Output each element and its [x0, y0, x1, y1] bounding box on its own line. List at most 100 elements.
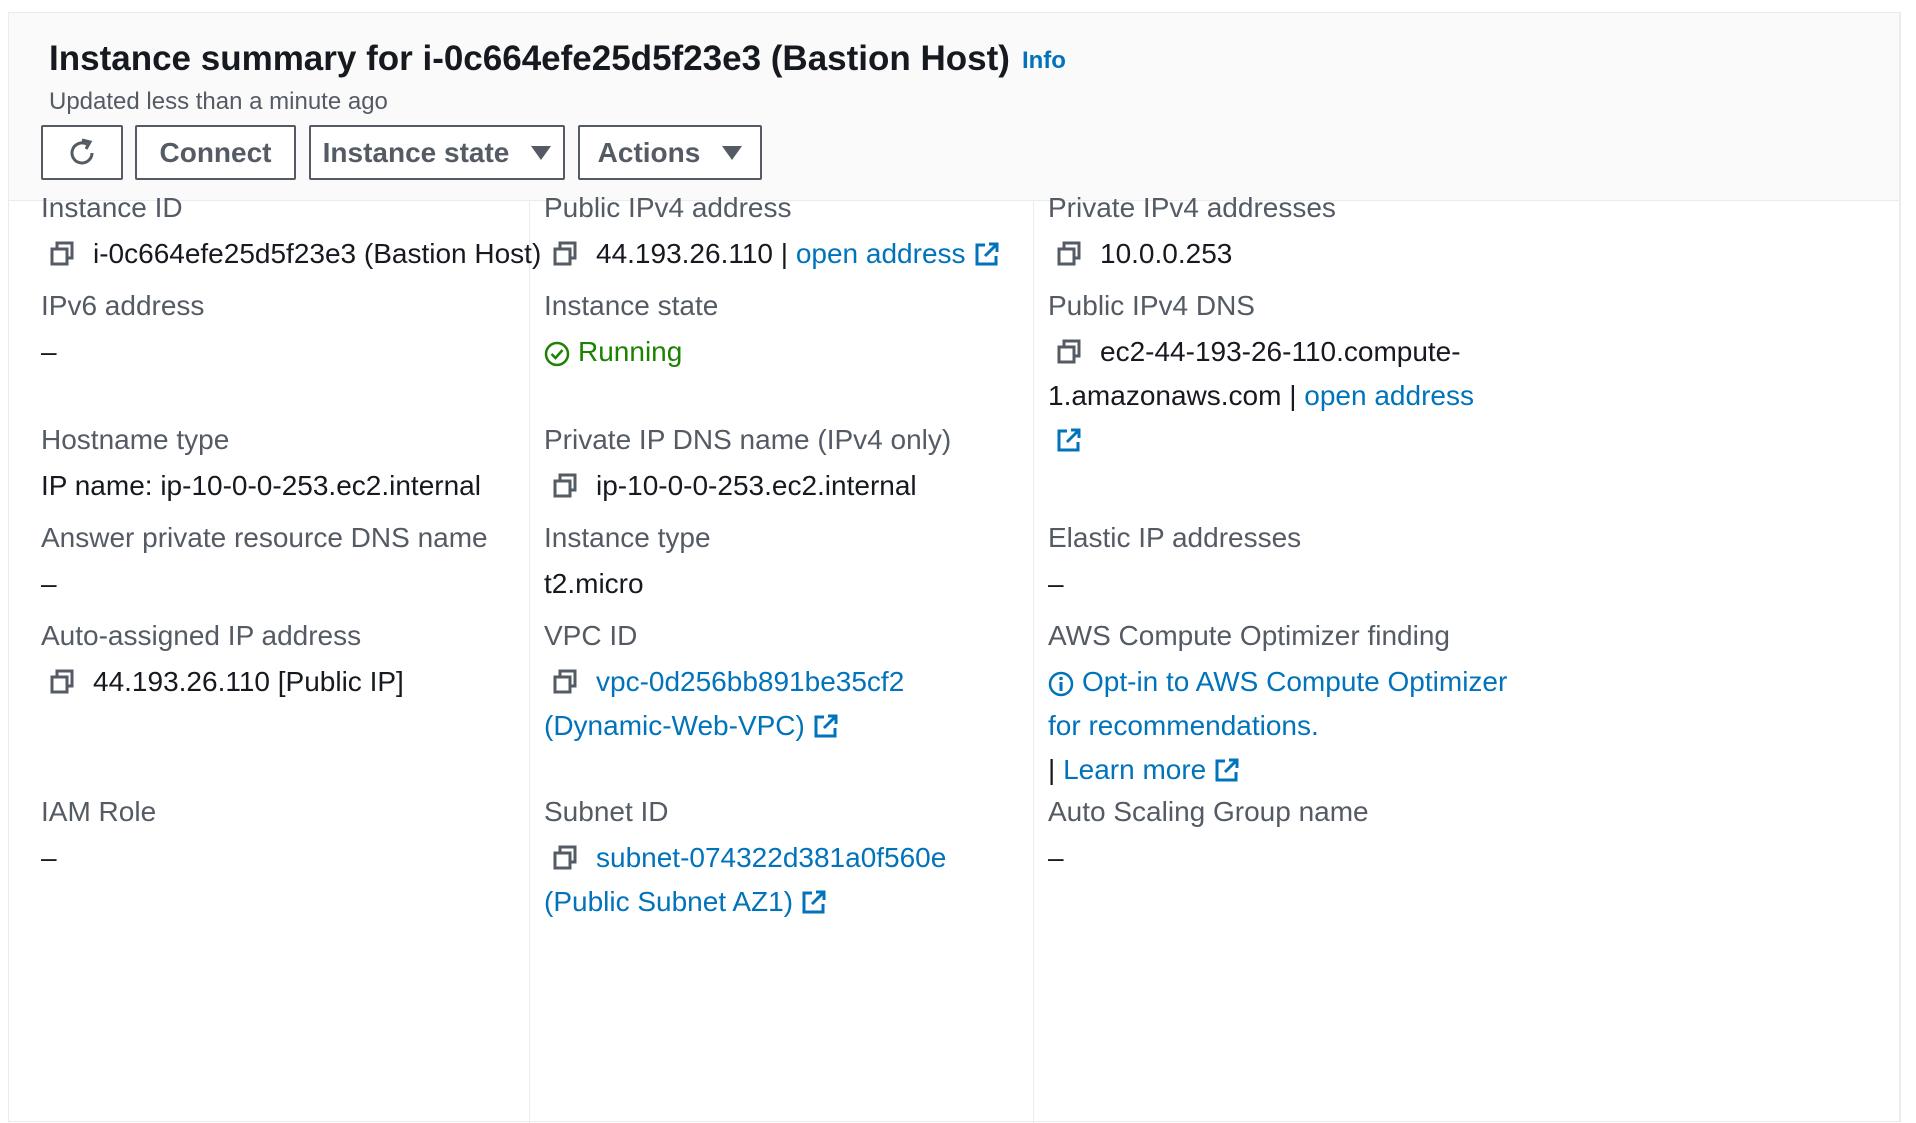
field-label: Auto-assigned IP address [41, 620, 362, 651]
instance-id-value: i-0c664efe25d5f23e3 (Bastion Host) [93, 238, 542, 269]
field-label: AWS Compute Optimizer finding [1048, 620, 1450, 651]
separator: | [1289, 380, 1297, 411]
external-link-icon [1214, 757, 1240, 783]
field-value: 44.193.26.110 | open address [544, 232, 1000, 276]
field-elastic-ip: Elastic IP addresses – [1048, 521, 1301, 606]
auto-ip-value: 44.193.26.110 [Public IP] [93, 666, 404, 697]
field-value: – [1048, 842, 1064, 873]
subnet-id-link[interactable]: subnet-074322d381a0f560e (Public Subnet … [544, 842, 946, 917]
field-value: – [41, 336, 57, 367]
field-iam-role: IAM Role – [41, 795, 156, 880]
copy-icon[interactable] [1056, 241, 1082, 267]
learn-more-link[interactable]: Learn more [1063, 754, 1206, 785]
field-ipv6: IPv6 address – [41, 289, 204, 374]
field-public-dns: Public IPv4 DNS ec2-44-193-26-110.comput… [1048, 289, 1488, 462]
updated-status: Updated less than a minute ago [49, 88, 388, 115]
field-label: Instance type [544, 522, 711, 553]
copy-icon[interactable] [49, 669, 75, 695]
field-label: Public IPv4 address [544, 192, 792, 223]
refresh-icon [70, 138, 94, 164]
external-link-icon [813, 713, 839, 739]
field-value: ip-10-0-0-253.ec2.internal [544, 464, 951, 508]
copy-icon[interactable] [49, 241, 75, 267]
field-auto-ip: Auto-assigned IP address 44.193.26.110 [… [41, 619, 404, 704]
field-answer-dns: Answer private resource DNS name – [41, 521, 488, 606]
field-label: VPC ID [544, 620, 638, 651]
field-label: Subnet ID [544, 796, 669, 827]
field-value: ec2-44-193-26-110.compute-1.amazonaws.co… [1048, 330, 1488, 462]
vpc-id-link[interactable]: vpc-0d256bb891be35cf2 (Dynamic-Web-VPC) [544, 666, 904, 741]
field-value: Opt-in to AWS Compute Optimizer for reco… [1048, 660, 1538, 748]
field-value: vpc-0d256bb891be35cf2 (Dynamic-Web-VPC) [544, 660, 984, 748]
instance-state-dropdown-label: Instance state [322, 136, 510, 168]
private-ipv4-value: 10.0.0.253 [1100, 238, 1233, 269]
field-private-ipv4: Private IPv4 addresses 10.0.0.253 [1048, 191, 1336, 276]
actions-dropdown[interactable]: Actions [578, 125, 762, 180]
external-link-icon [974, 241, 1000, 267]
actions-dropdown-label: Actions [597, 136, 701, 168]
field-label: IPv6 address [41, 290, 205, 321]
field-label: Auto Scaling Group name [1048, 796, 1369, 827]
field-value: 10.0.0.253 [1048, 232, 1336, 276]
copy-icon[interactable] [552, 473, 578, 499]
caret-down-icon [531, 145, 552, 160]
open-address-link[interactable]: open address [1304, 380, 1474, 411]
instance-summary-panel: Instance summary for i-0c664efe25d5f23e3… [8, 12, 1901, 1123]
field-label: Instance ID [41, 192, 183, 223]
field-value: – [41, 568, 57, 599]
optimizer-opt-in-link[interactable]: Opt-in to AWS Compute Optimizer for reco… [1048, 666, 1507, 741]
connect-button-label: Connect [159, 136, 272, 168]
field-vpc-id: VPC ID vpc-0d256bb891be35cf2 (Dynamic-We… [544, 619, 984, 748]
field-value: Running [544, 330, 718, 374]
info-icon [1048, 671, 1074, 697]
field-compute-optimizer: AWS Compute Optimizer finding Opt-in to … [1048, 619, 1538, 792]
page-title-text: Instance summary for i-0c664efe25d5f23e3… [49, 39, 1010, 78]
copy-icon[interactable] [552, 241, 578, 267]
field-label: Elastic IP addresses [1048, 522, 1302, 553]
field-label: IAM Role [41, 796, 157, 827]
public-ipv4-value: 44.193.26.110 [596, 238, 773, 269]
field-subnet-id: Subnet ID subnet-074322d381a0f560e (Publ… [544, 795, 984, 924]
field-private-dns: Private IP DNS name (IPv4 only) ip-10-0-… [544, 423, 951, 508]
field-label: Private IPv4 addresses [1048, 192, 1336, 223]
summary-header: Instance summary for i-0c664efe25d5f23e3… [9, 13, 1899, 201]
field-public-ipv4: Public IPv4 address 44.193.26.110 | open… [544, 191, 1000, 276]
field-label: Public IPv4 DNS [1048, 290, 1255, 321]
field-instance-state: Instance state Running [544, 289, 718, 374]
info-link[interactable]: Info [1022, 47, 1066, 74]
field-instance-type: Instance type t2.micro [544, 521, 711, 606]
instance-state-dropdown[interactable]: Instance state [309, 125, 565, 180]
field-value: – [1048, 568, 1064, 599]
field-label: Private IP DNS name (IPv4 only) [544, 424, 952, 455]
instance-state-value: Running [578, 336, 683, 367]
connect-button[interactable]: Connect [135, 125, 296, 180]
caret-down-icon [722, 145, 743, 160]
field-label: Instance state [544, 290, 719, 321]
copy-icon[interactable] [1056, 339, 1082, 365]
field-value: IP name: ip-10-0-0-253.ec2.internal [41, 470, 481, 501]
check-circle-icon [544, 341, 570, 367]
field-value: subnet-074322d381a0f560e (Public Subnet … [544, 836, 984, 924]
field-label: Answer private resource DNS name [41, 522, 488, 553]
column-divider [529, 201, 530, 1123]
separator: | [1048, 754, 1056, 785]
field-instance-id: Instance ID i-0c664efe25d5f23e3 (Bastion… [41, 191, 541, 276]
external-link-icon [801, 889, 827, 915]
open-address-link[interactable]: open address [796, 238, 966, 269]
learn-more-row: | Learn more [1048, 748, 1538, 792]
field-asg-name: Auto Scaling Group name – [1048, 795, 1369, 880]
field-value: t2.micro [544, 568, 644, 599]
copy-icon[interactable] [552, 669, 578, 695]
field-value: 44.193.26.110 [Public IP] [41, 660, 404, 704]
field-label: Hostname type [41, 424, 230, 455]
refresh-button[interactable] [41, 125, 123, 180]
column-divider [1033, 201, 1034, 1123]
external-link-icon [1056, 427, 1082, 453]
separator: | [780, 238, 789, 269]
page-title: Instance summary for i-0c664efe25d5f23e3… [49, 39, 1066, 79]
field-value: i-0c664efe25d5f23e3 (Bastion Host) [41, 232, 541, 276]
field-hostname-type: Hostname type IP name: ip-10-0-0-253.ec2… [41, 423, 481, 508]
copy-icon[interactable] [552, 845, 578, 871]
private-dns-value: ip-10-0-0-253.ec2.internal [596, 470, 917, 501]
field-value: – [41, 842, 57, 873]
